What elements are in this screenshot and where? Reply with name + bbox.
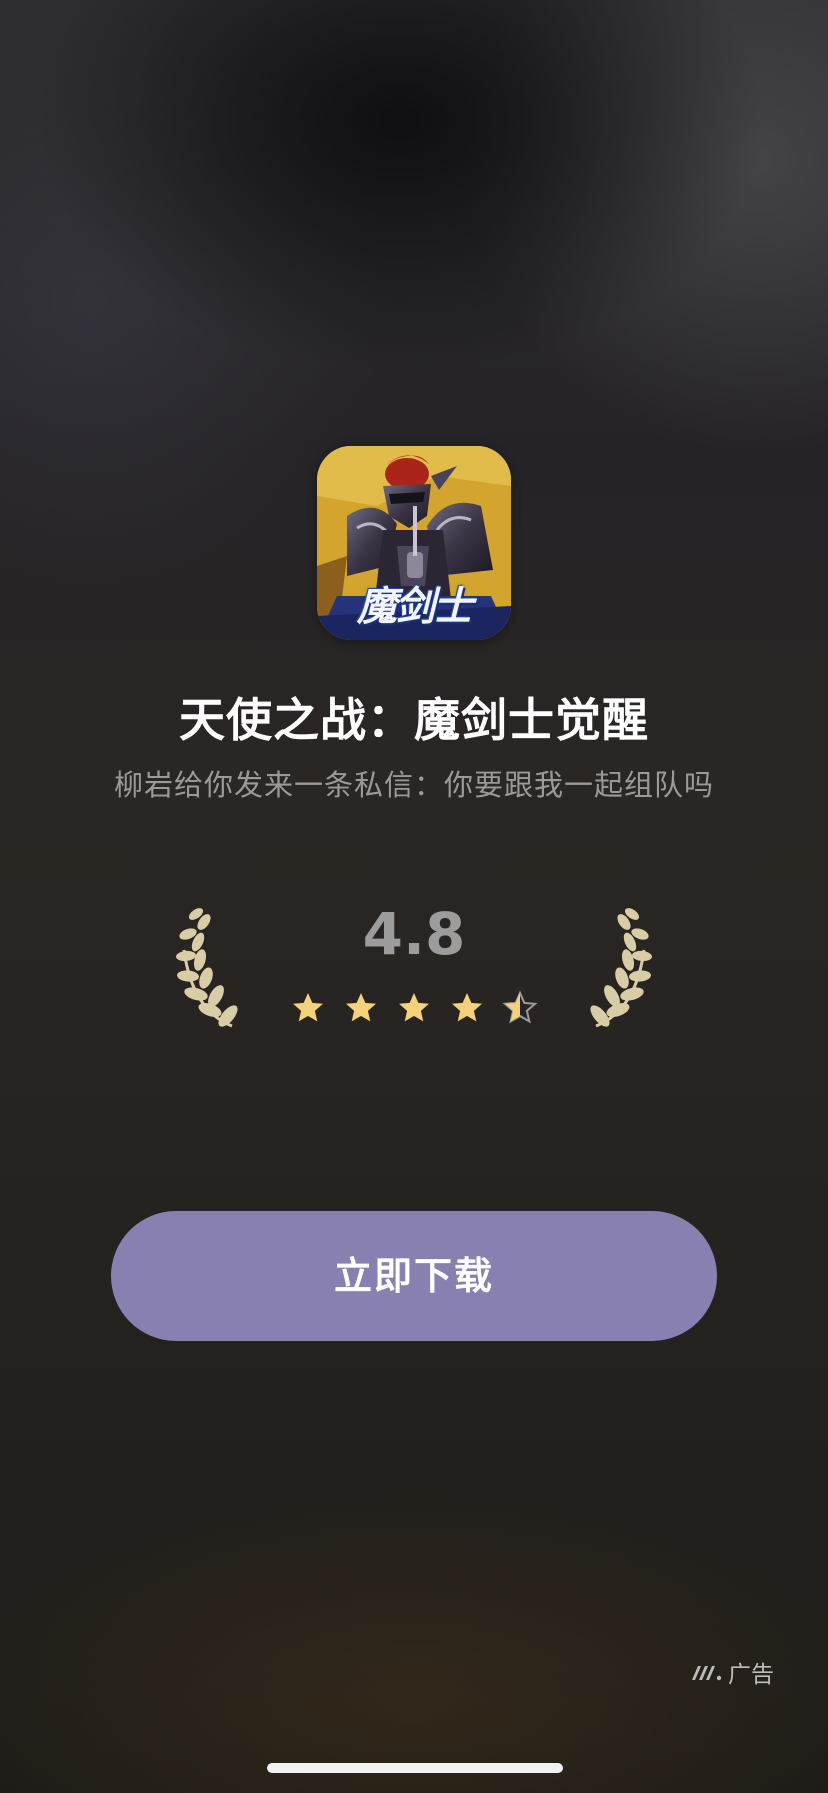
ad-badge-label: 广告 [728,1662,774,1688]
rating-value: 4.8 [362,900,466,968]
star-icon [346,993,376,1022]
ad-badge[interactable]: 广告 [690,1656,774,1688]
app-title: 天使之战：魔剑士觉醒 [179,693,649,747]
ad-screen: 魔剑士 天使之战：魔剑士觉醒 柳岩给你发来一条私信：你要跟我一起组队吗 4.8 [0,0,828,1793]
ad-brand-stripes-icon [692,1666,722,1681]
download-now-button[interactable]: 立即下载 [111,1211,717,1341]
star-icon [293,993,323,1022]
star-icon [399,993,429,1022]
rating-stars [290,990,540,1030]
rating-block: 4.8 [0,890,828,1040]
home-indicator[interactable] [267,1763,563,1773]
laurel-right-icon [590,908,652,1028]
app-icon-caption: 魔剑士 [357,583,473,630]
app-message: 柳岩给你发来一条私信：你要跟我一起组队吗 [113,768,714,802]
half-star-icon [502,990,538,1024]
app-icon[interactable]: 魔剑士 [317,446,511,640]
star-icon [452,993,482,1022]
